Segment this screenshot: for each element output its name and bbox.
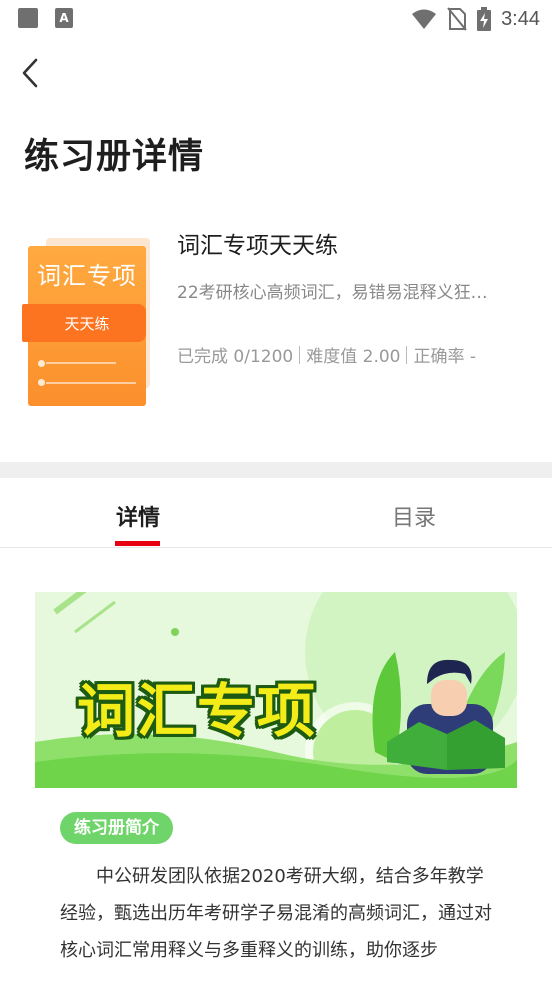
active-tab-indicator	[115, 541, 160, 546]
cover-band-label: 天天练	[64, 315, 110, 333]
tab-details[interactable]: 详情	[116, 500, 160, 532]
banner-image: 词汇专项	[35, 592, 517, 788]
battery-charging-icon	[477, 7, 492, 31]
book-stats: 已完成 0/1200 难度值 2.00 正确率 -	[177, 342, 476, 367]
square-icon	[18, 8, 38, 28]
book-description: 22考研核心高频词汇，易错易混释义狂…	[177, 283, 488, 303]
cover-dot	[38, 360, 45, 367]
tab-bar: 详情 目录	[0, 478, 552, 548]
status-icons: 3:44	[411, 6, 540, 32]
stat-accuracy: 正确率 -	[413, 347, 477, 367]
page-title: 练习册详情	[24, 137, 205, 177]
a-icon: A	[55, 8, 73, 28]
stat-difficulty: 难度值 2.00	[306, 347, 401, 367]
banner-title: 词汇专项	[77, 677, 318, 745]
stat-completed: 已完成 0/1200	[177, 347, 294, 367]
cover-dot	[38, 379, 45, 386]
no-sim-icon	[447, 7, 467, 31]
clock-time: 3:44	[501, 7, 540, 30]
cover-title: 词汇专项	[37, 262, 137, 290]
intro-text: 中公研发团队依据2020考研大纲，结合多年教学经验，甄选出历年考研学子易混淆的高…	[60, 866, 492, 961]
divider	[406, 345, 408, 364]
divider	[299, 345, 301, 364]
book-name: 词汇专项天天练	[177, 233, 338, 259]
section-divider	[0, 462, 552, 478]
wifi-icon	[412, 9, 437, 29]
cover-line	[46, 362, 116, 364]
cover-line	[46, 382, 136, 384]
book-cover: 词汇专项 天天练	[22, 238, 152, 408]
status-bar: A 3:44	[0, 0, 552, 38]
intro-tag: 练习册简介	[60, 812, 173, 844]
tab-catalog[interactable]: 目录	[392, 500, 436, 532]
back-button[interactable]	[18, 56, 48, 90]
